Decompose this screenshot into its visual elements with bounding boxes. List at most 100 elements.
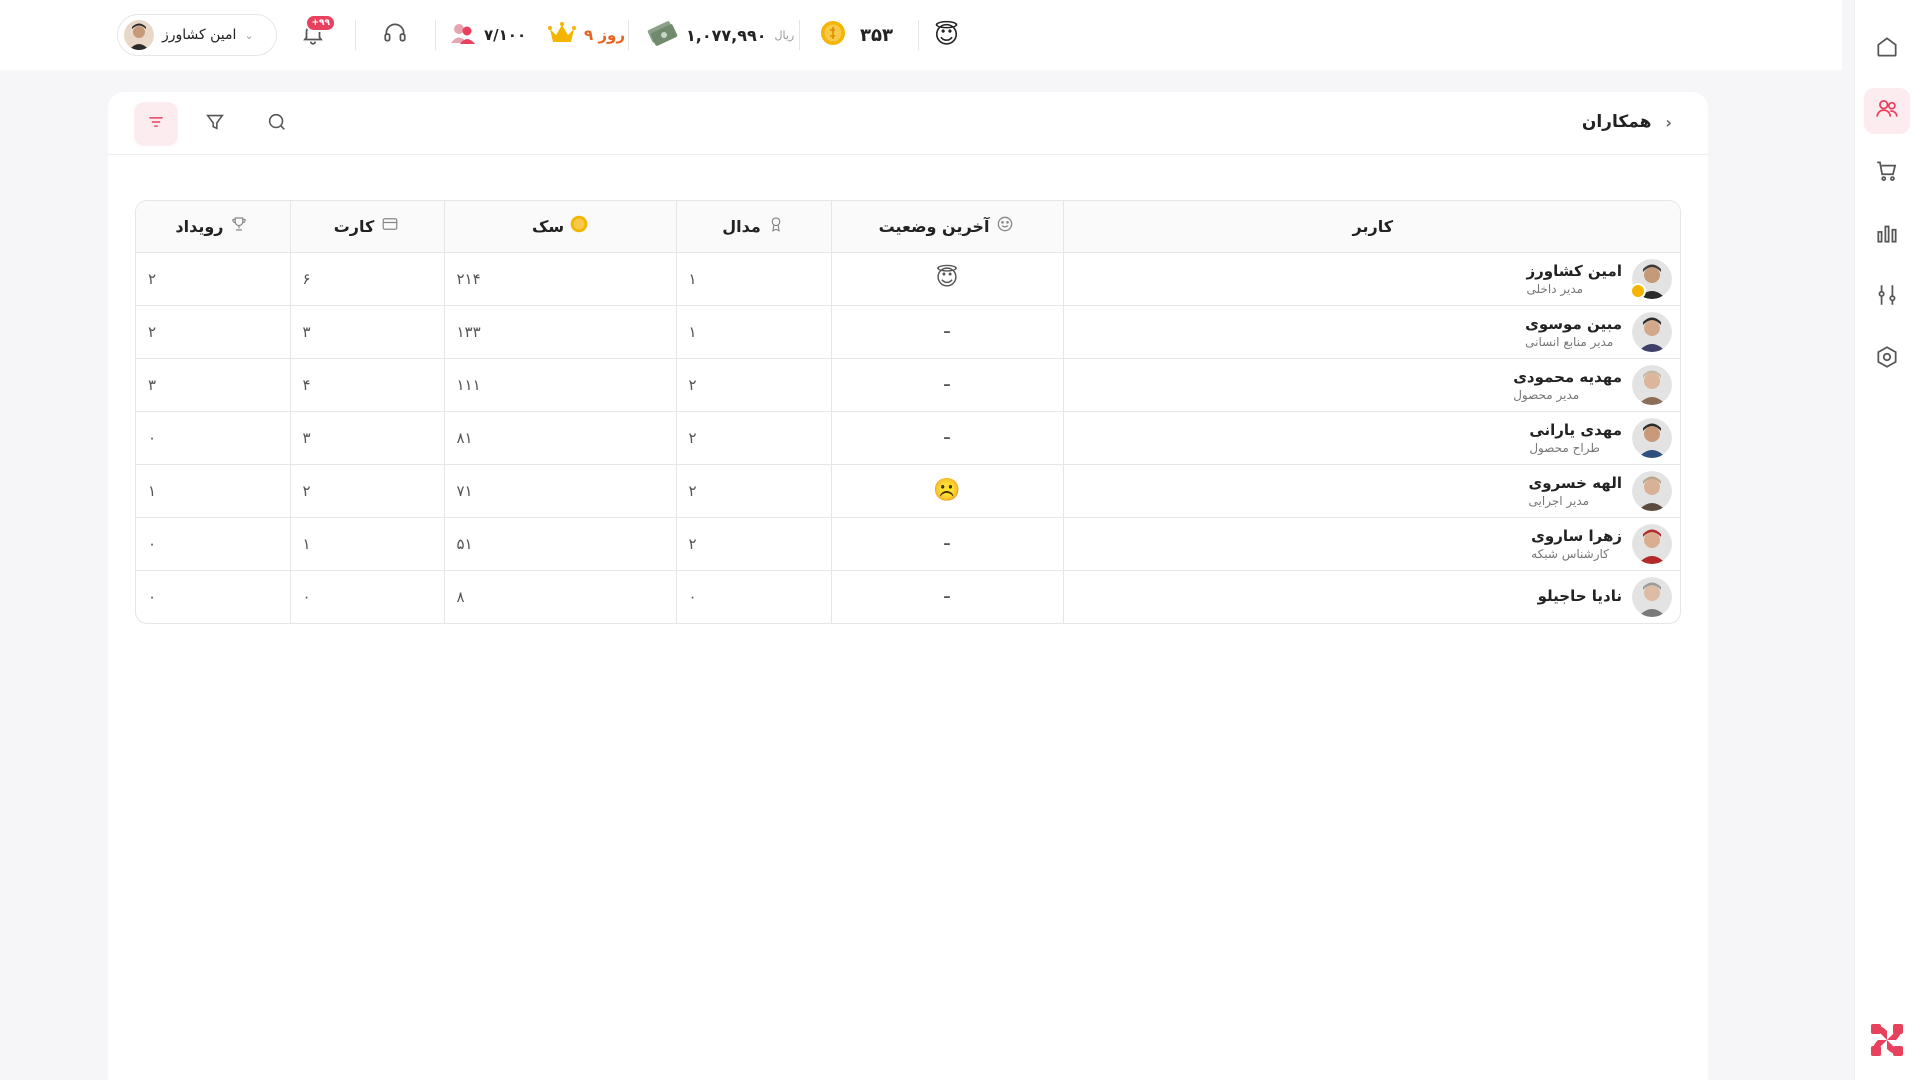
event-cell: ۰	[136, 411, 290, 465]
notification-badge: +۹۹	[305, 14, 336, 32]
medal-icon	[767, 215, 785, 237]
members-count: ۷/۱۰۰	[484, 26, 527, 44]
filter-button[interactable]	[193, 102, 237, 146]
divider	[918, 20, 919, 50]
user-role: مدیر منابع انسانی	[1525, 334, 1614, 349]
money-unit: ریال	[774, 28, 795, 42]
card-cell: ۴	[289, 358, 444, 412]
user-name[interactable]: امین کشاورز	[1527, 262, 1623, 280]
search-button[interactable]	[255, 102, 299, 146]
table-row[interactable]: مهدیه محمودی مدیر محصول - ۲ ۱۱۱ ۴ ۳	[136, 358, 1680, 412]
coin-cell: ۸	[443, 570, 676, 623]
event-value: ۰	[148, 534, 157, 553]
user-name[interactable]: مهدی یارانی	[1529, 421, 1622, 439]
divider	[628, 20, 629, 50]
table-row[interactable]: نادیا حاجیلو - ۰ ۸ ۰ ۰	[136, 570, 1680, 623]
sidebar-item-shop[interactable]	[1864, 150, 1910, 196]
top-bar: امین کشاورز ⌄ +۹۹ ۷/۱۰۰ ۹ روز ۱,۰۷۷,۹۹۰ …	[0, 0, 1842, 70]
column-header-card[interactable]: کارت	[289, 201, 444, 253]
sidebar-item-colleagues[interactable]	[1864, 88, 1910, 134]
user-name[interactable]: الهه خسروی	[1529, 474, 1622, 492]
table-row[interactable]: زهرا ساروی کارشناس شبکه - ۲ ۵۱ ۱ ۰	[136, 517, 1680, 571]
money-value: ۱,۰۷۷,۹۹۰	[686, 25, 767, 45]
divider	[799, 20, 800, 50]
coin-icon	[820, 20, 846, 50]
members-indicator: ۷/۱۰۰	[450, 0, 526, 70]
wallet-balance: ۱,۰۷۷,۹۹۰ ریال	[646, 0, 794, 70]
coin-value: ۷۱	[456, 481, 473, 500]
table-row[interactable]: مبین موسوی مدیر منابع انسانی - ۱ ۱۳۳ ۳ ۲	[136, 305, 1680, 359]
coin-value: ۸۱	[456, 428, 473, 447]
medal-value: ۲	[688, 481, 697, 500]
card-cell: ۳	[289, 411, 444, 465]
notifications-button[interactable]: +۹۹	[300, 0, 336, 70]
user-name[interactable]: مبین موسوی	[1525, 315, 1622, 333]
column-header-user[interactable]: کاربر	[1062, 201, 1680, 253]
table-row[interactable]: امین کشاورز مدیر داخلی 😇 ۱ ۲۱۴ ۶ ۲	[136, 252, 1680, 306]
card-value: ۲	[302, 481, 311, 500]
status-value: 😇	[935, 266, 959, 291]
coin-cell: ۱۳۳	[443, 305, 676, 359]
event-value: ۲	[148, 322, 157, 341]
table-row[interactable]: مهدی یارانی طراح محصول - ۲ ۸۱ ۳ ۰	[136, 411, 1680, 465]
sidebar-item-home[interactable]	[1864, 26, 1910, 72]
status-cell: ☹️	[830, 464, 1063, 518]
filter-icon	[204, 111, 226, 137]
user-cell: نادیا حاجیلو	[1062, 570, 1680, 623]
status-value: -	[943, 584, 951, 610]
card-cell: ۶	[289, 252, 444, 306]
coins-balance: ۳۵۳	[820, 0, 893, 70]
page-title: همکاران	[1581, 112, 1652, 132]
column-header-event[interactable]: رویداد	[136, 201, 290, 253]
avatar	[1632, 470, 1672, 511]
event-value: ۳	[148, 375, 157, 394]
headset-icon	[382, 20, 408, 50]
medal-value: ۲	[688, 375, 697, 394]
user-cell: امین کشاورز مدیر داخلی	[1062, 252, 1680, 306]
chevron-right-icon[interactable]: ›	[1665, 113, 1672, 132]
breadcrumb: همکاران ›	[1582, 112, 1672, 132]
divider	[355, 20, 356, 50]
coin-cell: ۸۱	[443, 411, 676, 465]
medal-cell: ۲	[675, 411, 831, 465]
card-icon	[380, 215, 400, 237]
event-cell: ۱	[136, 464, 290, 518]
trophy-icon	[230, 215, 248, 237]
users-icon	[1874, 96, 1900, 126]
sidebar-item-adjustments[interactable]	[1864, 274, 1910, 320]
card-value: ۴	[302, 375, 311, 394]
column-header-medal[interactable]: مدال	[675, 201, 831, 253]
event-cell: ۲	[136, 252, 290, 306]
sidebar-item-settings[interactable]	[1864, 336, 1910, 382]
sidebar-item-reports[interactable]	[1864, 212, 1910, 258]
user-name[interactable]: مهدیه محمودی	[1513, 368, 1622, 386]
coin-cell: ۵۱	[443, 517, 676, 571]
crown-icon	[548, 21, 576, 49]
user-menu[interactable]: امین کشاورز ⌄	[117, 14, 277, 56]
medal-value: ۲	[688, 428, 697, 447]
avatar	[1632, 576, 1672, 617]
status-cell: -	[830, 517, 1063, 571]
medal-cell: ۲	[675, 517, 831, 571]
status-emoji[interactable]: 😇	[934, 0, 959, 70]
avatar	[1632, 523, 1672, 564]
medal-cell: ۱	[675, 252, 831, 306]
column-header-coin[interactable]: سک	[443, 201, 676, 253]
table-row[interactable]: الهه خسروی مدیر اجرایی ☹️ ۲ ۷۱ ۲ ۱	[136, 464, 1680, 518]
sidebar	[1854, 0, 1920, 1080]
event-cell: ۰	[136, 517, 290, 571]
status-cell: -	[830, 411, 1063, 465]
coin-value: ۲۱۴	[456, 269, 481, 288]
column-header-status[interactable]: آخرین وضعیت	[830, 201, 1063, 253]
sort-button[interactable]	[134, 102, 178, 146]
event-value: ۰	[148, 428, 157, 447]
user-cell: زهرا ساروی کارشناس شبکه	[1062, 517, 1680, 571]
user-cell: الهه خسروی مدیر اجرایی	[1062, 464, 1680, 518]
settings-icon	[1874, 344, 1900, 374]
event-cell: ۰	[136, 570, 290, 623]
money-icon	[646, 20, 678, 50]
user-name[interactable]: نادیا حاجیلو	[1538, 587, 1622, 605]
user-name[interactable]: زهرا ساروی	[1531, 527, 1622, 545]
medal-cell: ۰	[675, 570, 831, 623]
support-button[interactable]	[382, 0, 408, 70]
